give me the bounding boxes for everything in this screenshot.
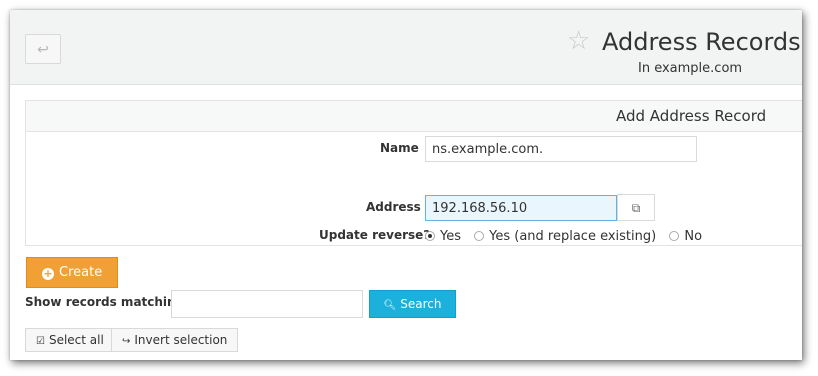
share-square-icon: ↪ [122, 336, 131, 347]
back-button[interactable]: ↩ [25, 34, 61, 64]
name-label: Name [380, 141, 419, 155]
plus-circle-icon: + [42, 267, 54, 280]
search-label: Search [400, 297, 442, 311]
radio-option-yes[interactable]: Yes [425, 229, 461, 244]
address-input[interactable] [425, 195, 617, 221]
search-icon: 🔍︎ [383, 300, 397, 311]
radio-button[interactable] [425, 231, 435, 241]
page-title: Address Records [602, 28, 801, 56]
check-square-icon: ☑ [36, 336, 45, 347]
radio-option-no[interactable]: No [669, 229, 702, 244]
address-copy-button[interactable]: ⧉ [617, 194, 655, 221]
return-arrow-icon: ↩ [37, 42, 49, 58]
radio-button[interactable] [474, 231, 485, 241]
name-input[interactable] [425, 136, 697, 162]
update-reverse-options: Yes Yes (and replace existing) No [425, 229, 711, 245]
create-button[interactable]: + Create [26, 257, 118, 288]
search-button[interactable]: 🔍︎ Search [369, 290, 456, 318]
invert-selection-button[interactable]: ↪ Invert selection [111, 328, 239, 352]
radio-button[interactable] [669, 231, 680, 241]
address-label: Address [366, 200, 421, 214]
show-matching-label: Show records matching: [25, 295, 189, 309]
search-input[interactable] [171, 290, 363, 318]
radio-option-yes-replace[interactable]: Yes (and replace existing) [474, 229, 656, 244]
copy-icon: ⧉ [631, 201, 641, 215]
panel-title: Add Address Record [616, 107, 767, 125]
panel-header: Add Address Record [26, 101, 802, 132]
select-all-button[interactable]: ☑ Select all [25, 328, 115, 352]
page-subtitle: In example.com [638, 61, 743, 76]
star-icon[interactable]: ☆ [567, 28, 590, 54]
update-reverse-label: Update reverse? [319, 228, 431, 242]
app-window: ↩ ☆ Address Records In example.com Add A… [10, 10, 802, 360]
create-label: Create [59, 265, 103, 280]
add-record-panel: Add Address Record [25, 100, 802, 246]
page-header: ↩ ☆ Address Records In example.com [10, 10, 802, 85]
